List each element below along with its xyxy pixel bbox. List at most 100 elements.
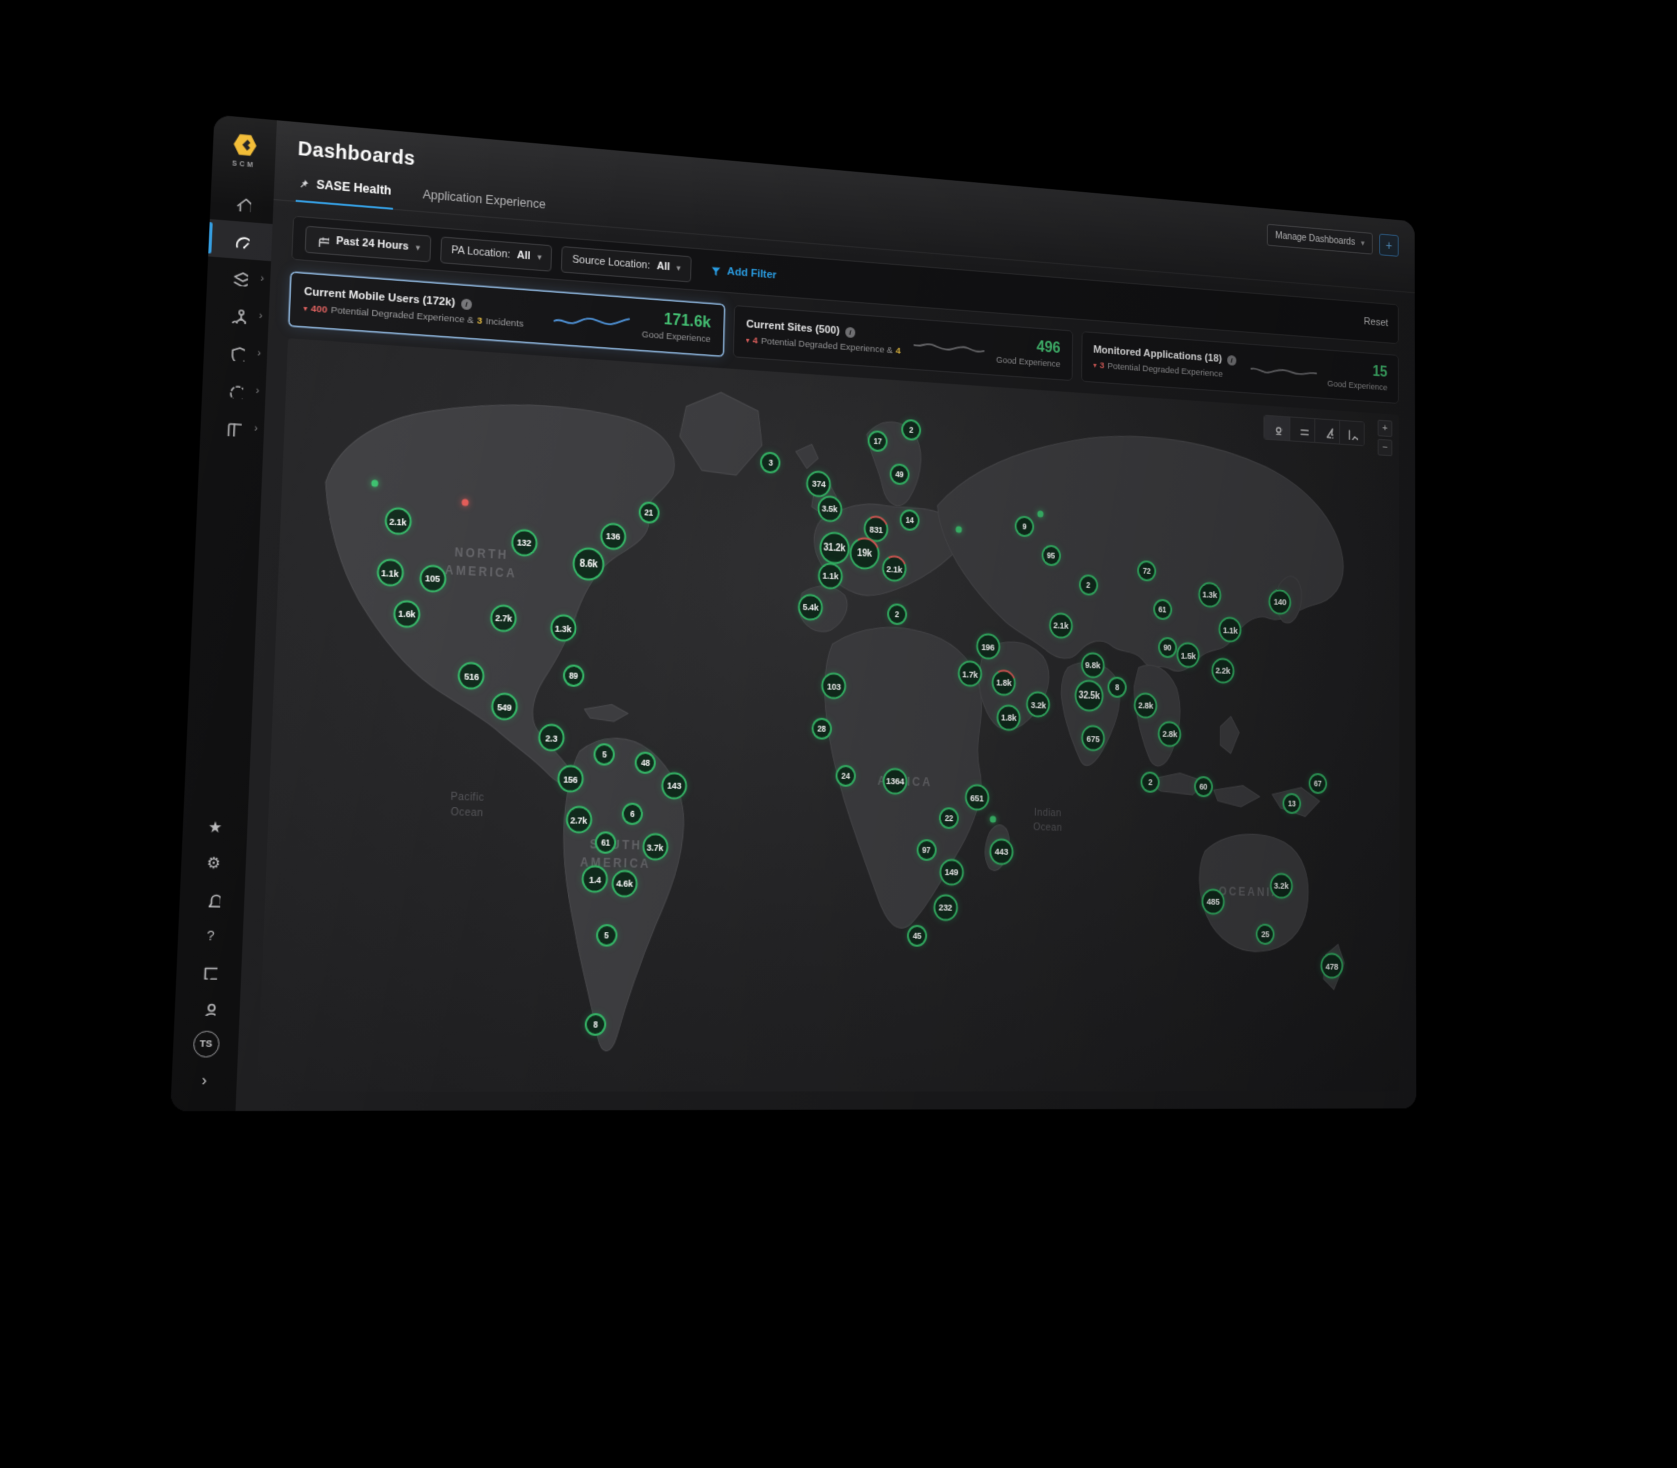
map-bubble[interactable]: 103	[821, 672, 846, 699]
world-map[interactable]: NORTH AMERICASOUTH AMERICAAFRICAOCEANIAP…	[257, 338, 1400, 1092]
map-bubble[interactable]: 72	[1137, 560, 1156, 582]
map-bubble[interactable]: 22	[939, 807, 959, 829]
map-bubble[interactable]: 3	[760, 452, 781, 475]
map-bubble[interactable]: 4.6k	[611, 869, 638, 897]
sidebar-item-home[interactable]	[210, 182, 274, 224]
map-bubble[interactable]: 19k	[849, 536, 880, 570]
sidebar-item-dashboards[interactable]	[208, 219, 272, 261]
map-bubble[interactable]: 2.8k	[1158, 721, 1181, 748]
map-bubble[interactable]: 2.1k	[1049, 612, 1073, 639]
feedback-button[interactable]	[176, 953, 242, 990]
reset-filters-button[interactable]: Reset	[1364, 316, 1388, 329]
sidebar-item-security[interactable]: ›	[203, 331, 268, 373]
map-bubble[interactable]: 675	[1081, 725, 1105, 752]
map-bubble[interactable]: 5	[595, 923, 617, 946]
map-bubble[interactable]: 8.6k	[572, 547, 605, 581]
zoom-out-button[interactable]: −	[1378, 439, 1393, 456]
map-bubble[interactable]: 374	[806, 470, 831, 498]
map-bubble[interactable]: 1.5k	[1177, 642, 1200, 669]
card-current-sites[interactable]: Current Sites (500) i ▾ 4 Potential Degr…	[732, 305, 1072, 381]
map-bubble[interactable]: 156	[557, 765, 584, 793]
map-bubble[interactable]: 1.6k	[393, 600, 421, 629]
map-bubble[interactable]: 2.7k	[565, 806, 592, 834]
map-bubble[interactable]: 5	[594, 743, 616, 766]
map-bubble[interactable]: 14	[899, 509, 919, 531]
map-bubble[interactable]: 2	[1141, 771, 1160, 793]
map-bubble[interactable]: 13	[1283, 793, 1302, 814]
map-bubble[interactable]: 90	[1158, 637, 1177, 659]
help-button[interactable]: ?	[177, 916, 243, 953]
map-bubble[interactable]: 651	[965, 784, 990, 811]
sidebar-item-network[interactable]: ›	[205, 294, 270, 336]
map-bubble[interactable]: 1.4	[581, 865, 608, 893]
map-bubble[interactable]: 1.7k	[958, 660, 983, 687]
map-bubble[interactable]: 89	[563, 665, 585, 688]
map-bubble[interactable]: 67	[1308, 773, 1326, 794]
map-bubble[interactable]: 2.8k	[1134, 692, 1158, 719]
map-bubble[interactable]: 1364	[882, 767, 907, 794]
profile-button[interactable]	[174, 989, 240, 1026]
sidebar-collapse-button[interactable]: ›	[171, 1062, 238, 1099]
map-bubble[interactable]: 2.1k	[882, 555, 907, 582]
map-bubble[interactable]: 140	[1269, 588, 1292, 614]
map-bubble[interactable]: 443	[989, 838, 1014, 865]
sidebar-item-reports[interactable]: ›	[200, 407, 265, 449]
map-bubble[interactable]: 1.1k	[376, 558, 404, 587]
map-bubble[interactable]: 1.3k	[1198, 581, 1221, 607]
map-bubble[interactable]: 25	[1256, 923, 1275, 944]
map-bubble[interactable]: 9.8k	[1081, 652, 1105, 679]
map-bubble[interactable]: 61	[595, 831, 617, 854]
settings-button[interactable]: ⚙	[181, 844, 247, 881]
map-bubble[interactable]: 32.5k	[1075, 680, 1104, 713]
account-avatar[interactable]: TS	[173, 1025, 240, 1062]
map-trend-view-button[interactable]	[1339, 421, 1364, 445]
info-icon[interactable]: i	[845, 326, 855, 337]
map-bubble[interactable]: 2	[887, 603, 907, 625]
map-bubble[interactable]: 24	[835, 765, 856, 787]
sidebar-item-insights[interactable]: ›	[206, 256, 271, 298]
map-bubble[interactable]: 31.2k	[819, 531, 850, 565]
map-bubble[interactable]: 3.2k	[1026, 691, 1050, 718]
zoom-in-button[interactable]: +	[1378, 420, 1393, 437]
map-bubble[interactable]: 2	[901, 419, 921, 441]
map-incidents-layer-button[interactable]	[1314, 419, 1339, 444]
map-bubble[interactable]: 549	[491, 692, 518, 720]
map-bubble[interactable]: 28	[811, 717, 832, 739]
map-bubble[interactable]: 2.1k	[384, 507, 412, 536]
add-filter-button[interactable]: Add Filter	[709, 264, 776, 282]
map-bubble[interactable]: 196	[976, 633, 1000, 660]
map-bubble[interactable]: 232	[933, 894, 958, 921]
map-bubble[interactable]: 149	[939, 858, 964, 885]
source-location-dropdown[interactable]: Source Location: All ▾	[561, 246, 691, 282]
map-bubble[interactable]: 5.4k	[798, 593, 823, 621]
map-bubble[interactable]: 1.3k	[550, 614, 577, 642]
map-bubble[interactable]: 1.1k	[818, 562, 843, 590]
map-bubble[interactable]: 6	[621, 802, 643, 825]
map-bubble[interactable]: 516	[458, 662, 486, 690]
map-bubble[interactable]: 48	[635, 751, 657, 774]
map-users-layer-button[interactable]	[1264, 416, 1289, 441]
info-icon[interactable]: i	[461, 298, 472, 310]
map-bubble[interactable]: 2.3	[538, 724, 565, 752]
map-bubble[interactable]: 3.7k	[642, 833, 669, 861]
map-bubble[interactable]: 132	[510, 528, 537, 556]
map-bubble[interactable]: 17	[868, 430, 888, 452]
time-range-dropdown[interactable]: Past 24 Hours ▾	[305, 225, 432, 262]
map-bubble[interactable]: 1.1k	[1219, 617, 1242, 643]
card-monitored-applications[interactable]: Monitored Applications (18) i ▾ 3 Potent…	[1081, 331, 1399, 404]
map-bubble[interactable]: 8	[584, 1013, 606, 1036]
map-bubble[interactable]: 143	[661, 772, 687, 800]
map-bubble[interactable]: 105	[419, 564, 447, 593]
map-list-view-button[interactable]	[1289, 417, 1314, 442]
map-bubble[interactable]: 49	[889, 463, 909, 485]
notifications-button[interactable]	[179, 880, 245, 917]
map-bubble[interactable]: 60	[1194, 776, 1213, 798]
info-icon[interactable]: i	[1227, 355, 1236, 366]
map-bubble[interactable]: 2	[1078, 574, 1097, 596]
map-bubble[interactable]: 9	[1015, 516, 1035, 538]
favorites-button[interactable]: ★	[182, 809, 248, 846]
map-bubble[interactable]: 2.2k	[1211, 657, 1234, 683]
map-bubble[interactable]: 478	[1320, 953, 1343, 979]
map-bubble[interactable]: 1.8k	[997, 704, 1021, 731]
map-bubble[interactable]: 3.2k	[1270, 873, 1293, 899]
